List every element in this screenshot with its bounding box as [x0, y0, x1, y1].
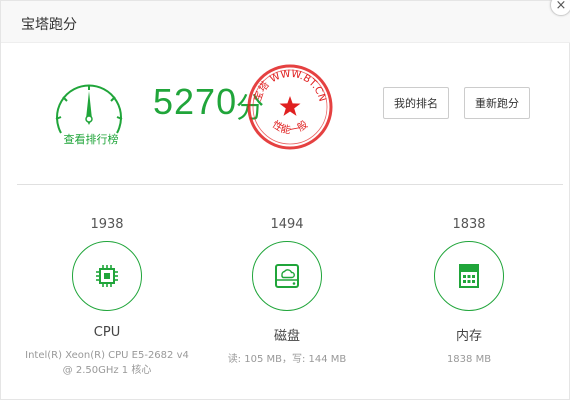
disk-score: 1494: [270, 217, 304, 232]
my-rank-button[interactable]: 我的排名: [383, 87, 449, 119]
stamp-bottom-text: 性能一般: [270, 118, 310, 137]
score-value: 5270: [153, 81, 238, 122]
memory-detail: 1838 MB: [446, 354, 492, 365]
view-ranking-link[interactable]: 查看排行榜: [51, 131, 131, 147]
memory-icon: [459, 264, 479, 288]
dialog-title: 宝塔跑分: [21, 17, 77, 33]
star-icon: [279, 96, 301, 116]
disk-label: 磁盘: [273, 329, 300, 344]
disk-drive-icon: [275, 264, 299, 288]
retest-button[interactable]: 重新跑分: [464, 87, 530, 119]
cpu-detail: Intel(R) Xeon(R) CPU E5-2682 v4 @ 2.50GH…: [25, 350, 189, 376]
memory-score: 1838: [452, 217, 486, 232]
memory-metric: 1838 内存 1838 MB: [384, 217, 554, 367]
section-divider: [17, 184, 563, 185]
memory-icon-ring: [434, 241, 504, 311]
cpu-score: 1938: [90, 217, 124, 232]
cpu-metric: 1938 CPU Intel(R) Xeon(R) CPU E5-2682 v4…: [22, 217, 192, 378]
cpu-label: CPU: [93, 325, 121, 340]
dialog-titlebar: 宝塔跑分: [1, 1, 570, 43]
disk-icon-ring: [252, 241, 322, 311]
svg-text:性能一般: 性能一般: [270, 118, 310, 137]
benchmark-dialog: 宝塔跑分 查看排行榜 5270 分 宝塔 WWW.BT.CN 性能一般 我的排名…: [0, 0, 570, 400]
disk-metric: 1494 磁盘 读: 105 MB，写: 144 MB: [202, 217, 372, 367]
cpu-icon-ring: [72, 241, 142, 311]
cpu-chip-icon: [96, 265, 118, 287]
performance-stamp: 宝塔 WWW.BT.CN 性能一般: [247, 64, 333, 150]
disk-detail: 读: 105 MB，写: 144 MB: [227, 354, 347, 365]
memory-label: 内存: [455, 329, 482, 344]
